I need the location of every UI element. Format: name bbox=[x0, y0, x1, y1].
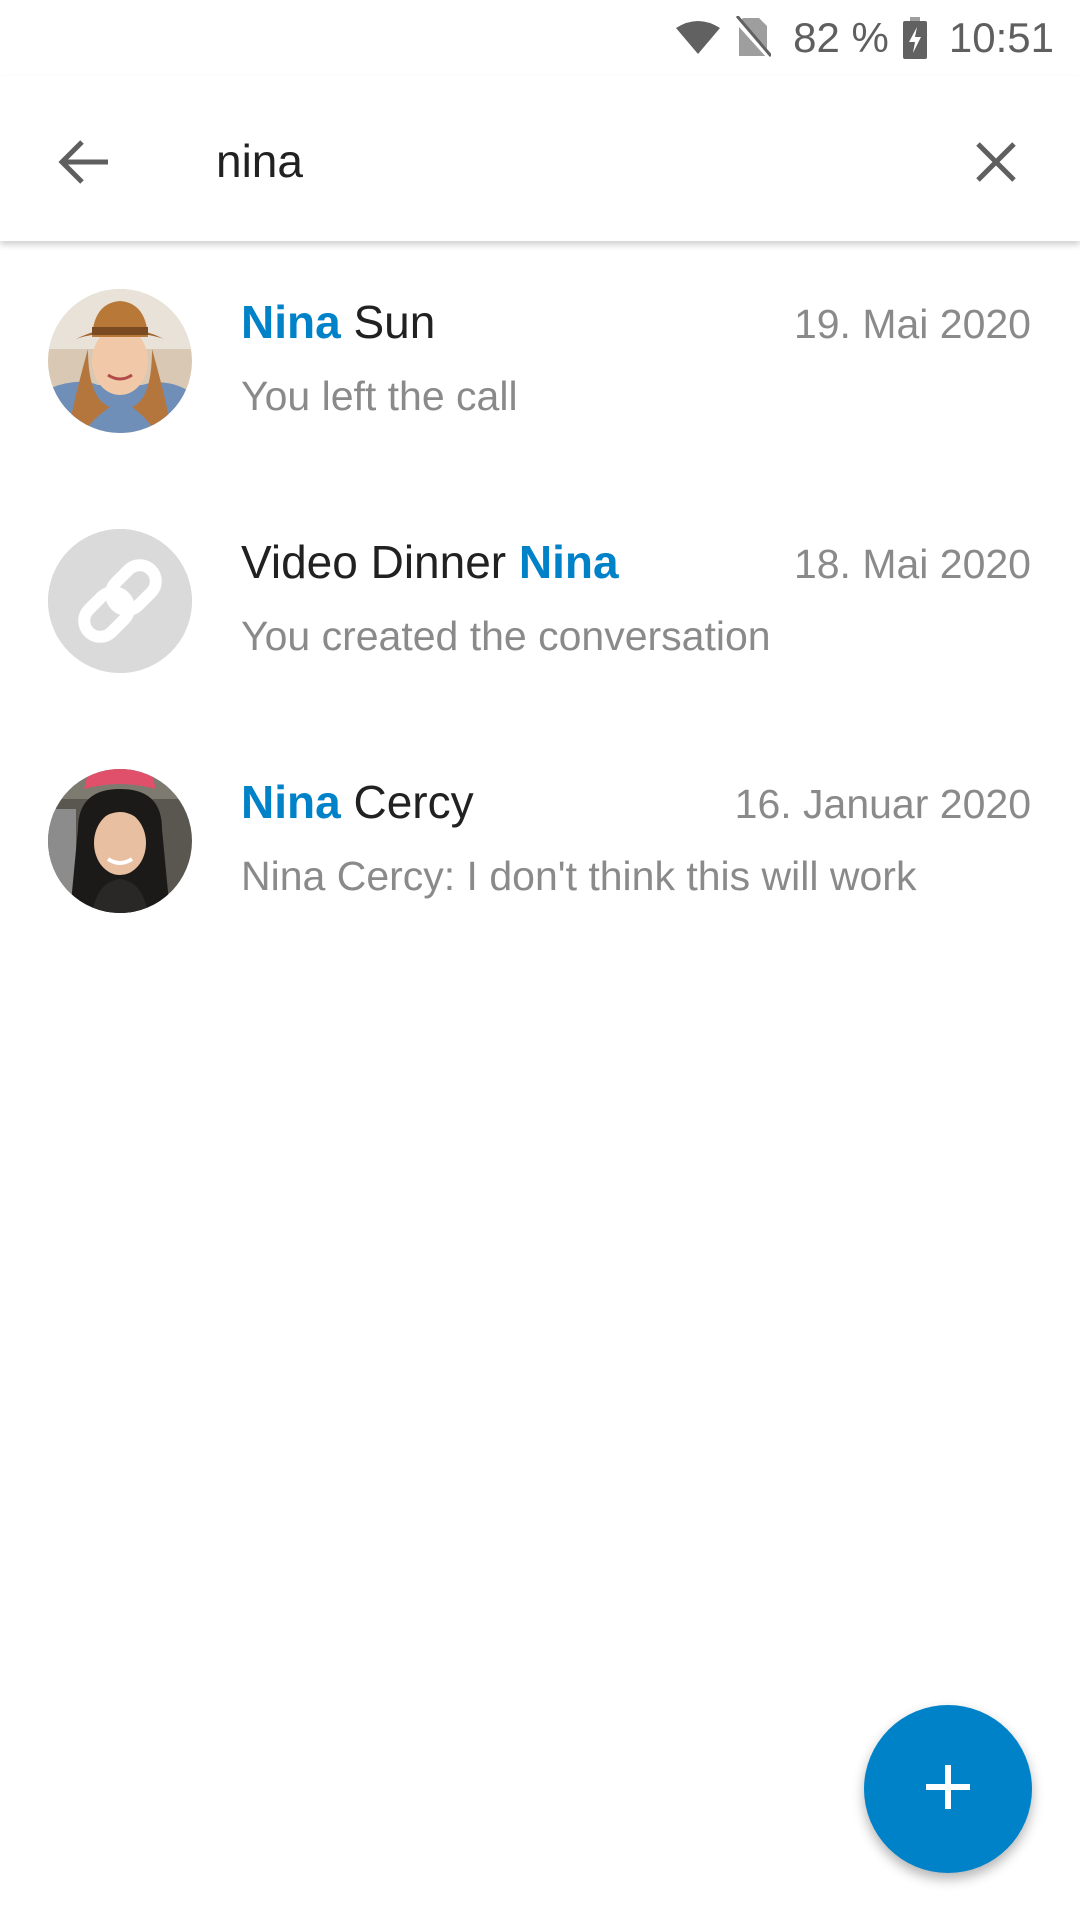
battery-charging-icon bbox=[902, 17, 927, 59]
last-message-preview: You created the conversation bbox=[241, 613, 771, 659]
last-message-preview: You left the call bbox=[241, 373, 518, 419]
search-highlight: Nina bbox=[241, 296, 341, 348]
last-message-preview: Nina Cercy: I don't think this will work bbox=[241, 853, 917, 899]
link-icon bbox=[48, 529, 192, 673]
conversation-date: 18. Mai 2020 bbox=[793, 541, 1031, 587]
conversation-row[interactable]: Video Dinner Nina 18. Mai 2020 You creat… bbox=[0, 481, 1080, 721]
back-button[interactable] bbox=[42, 122, 126, 206]
search-highlight: Nina bbox=[518, 536, 619, 588]
search-app-bar bbox=[0, 76, 1080, 241]
title-text: Video Dinner bbox=[241, 536, 519, 588]
battery-percentage: 82 % bbox=[793, 14, 889, 61]
conversation-row[interactable]: Nina Sun 19. Mai 2020 You left the call bbox=[0, 241, 1080, 481]
conversation-title: Nina Cercy bbox=[241, 775, 474, 829]
conversation-title: Video Dinner Nina bbox=[241, 535, 619, 589]
no-sim-icon bbox=[735, 16, 772, 60]
clock: 10:51 bbox=[948, 14, 1054, 61]
avatar bbox=[48, 289, 192, 433]
plus-icon bbox=[923, 1762, 973, 1817]
wifi-icon bbox=[675, 20, 721, 56]
close-icon bbox=[975, 141, 1017, 188]
title-text: Sun bbox=[340, 296, 436, 348]
status-bar: 82 % 10:51 bbox=[0, 0, 1080, 76]
avatar bbox=[48, 529, 192, 673]
arrow-left-icon bbox=[58, 139, 110, 190]
conversation-title: Nina Sun bbox=[241, 295, 435, 349]
search-highlight: Nina bbox=[241, 776, 341, 828]
search-input[interactable] bbox=[216, 126, 916, 196]
new-conversation-button[interactable] bbox=[864, 1705, 1032, 1873]
conversation-date: 19. Mai 2020 bbox=[793, 301, 1031, 347]
avatar bbox=[48, 769, 192, 913]
conversation-date: 16. Januar 2020 bbox=[734, 781, 1031, 827]
conversation-list: Nina Sun 19. Mai 2020 You left the call … bbox=[0, 241, 1080, 961]
clear-search-button[interactable] bbox=[954, 122, 1038, 206]
title-text: Cercy bbox=[340, 776, 474, 828]
conversation-row[interactable]: Nina Cercy 16. Januar 2020 Nina Cercy: I… bbox=[0, 721, 1080, 961]
